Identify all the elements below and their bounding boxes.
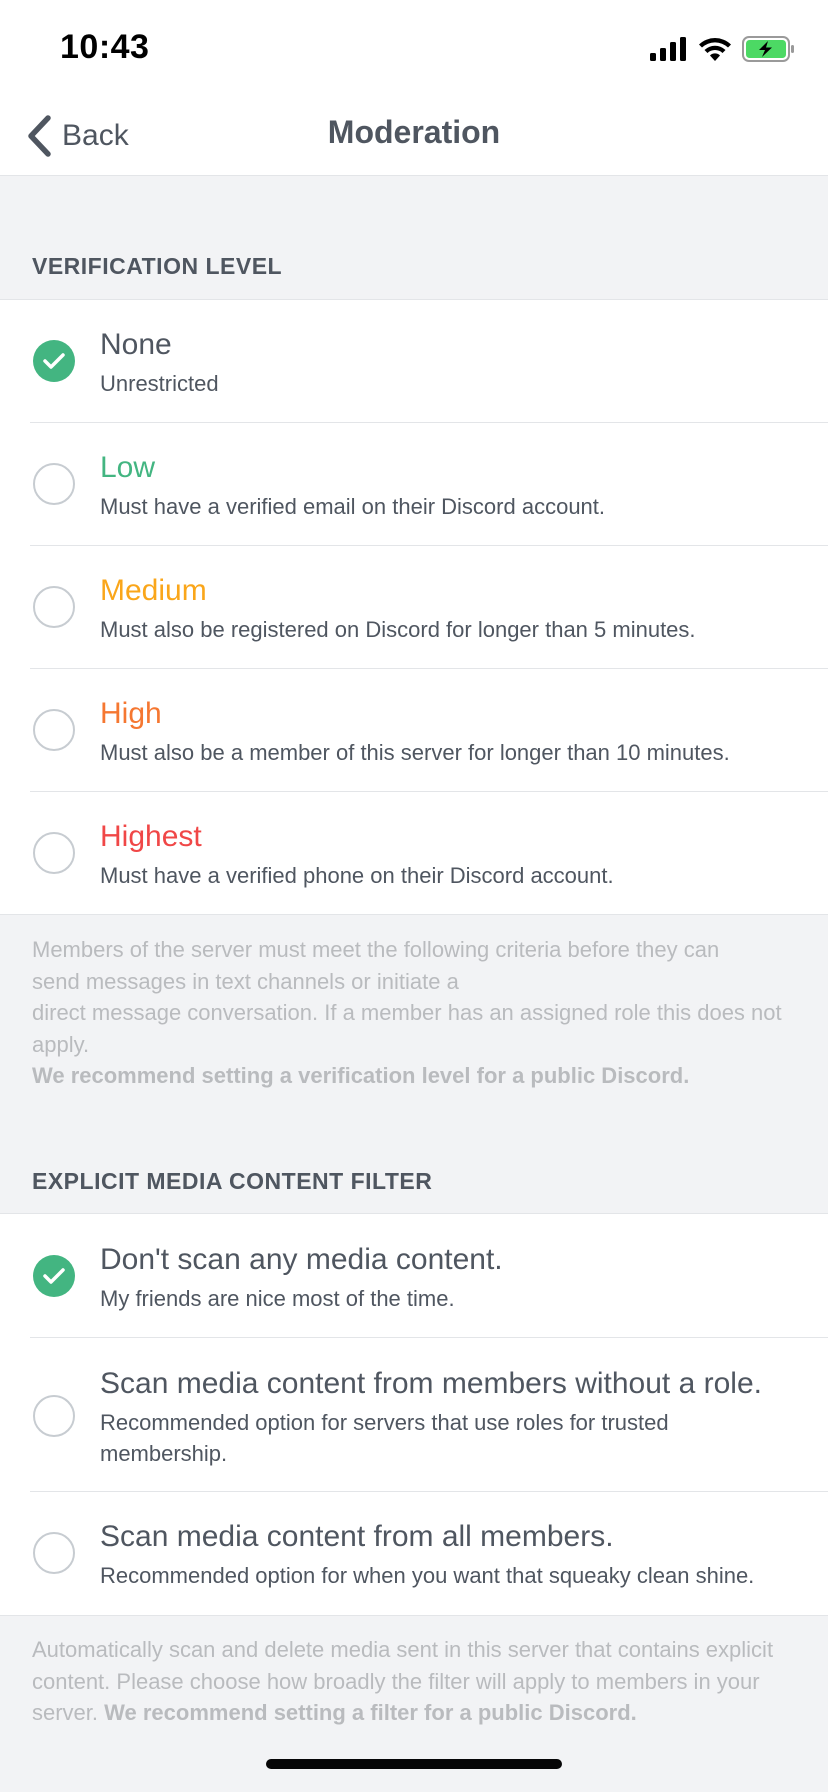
option-description: Must have a verified phone on their Disc… bbox=[100, 863, 614, 888]
checkmark-icon bbox=[43, 353, 65, 369]
filter-option-all-members[interactable]: Scan media content from all members. Rec… bbox=[0, 1492, 828, 1615]
battery-charging-icon bbox=[742, 36, 794, 62]
option-title: Don't scan any media content. bbox=[100, 1243, 503, 1276]
filter-option-no-role[interactable]: Scan media content from members without … bbox=[0, 1338, 828, 1492]
moderation-screen: 10:43 Back Moderation VERIFICATION LEVEL… bbox=[0, 0, 828, 1792]
verification-option-high[interactable]: High Must also be a member of this serve… bbox=[0, 669, 828, 792]
option-description: Must also be registered on Discord for l… bbox=[100, 617, 696, 642]
content-filter-help-text: Automatically scan and delete media sent… bbox=[32, 1634, 798, 1729]
radio-checked-icon bbox=[33, 340, 75, 382]
option-description: Recommended option for servers that use … bbox=[100, 1410, 669, 1466]
status-time: 10:43 bbox=[60, 28, 150, 66]
option-title: Scan media content from members without … bbox=[100, 1367, 762, 1400]
wifi-icon bbox=[699, 38, 731, 61]
status-icons bbox=[650, 34, 796, 64]
option-description: Unrestricted bbox=[100, 371, 219, 396]
verification-option-low[interactable]: Low Must have a verified email on their … bbox=[0, 423, 828, 546]
radio-unchecked-icon bbox=[33, 832, 75, 874]
help-text-recommendation: We recommend setting a verification leve… bbox=[32, 1063, 690, 1088]
nav-bar: Back Moderation bbox=[0, 96, 828, 176]
home-indicator bbox=[266, 1759, 562, 1769]
option-description: Must also be a member of this server for… bbox=[100, 740, 730, 765]
verification-option-none[interactable]: None Unrestricted bbox=[0, 300, 828, 423]
radio-unchecked-icon bbox=[33, 586, 75, 628]
filter-option-dont-scan[interactable]: Don't scan any media content. My friends… bbox=[0, 1214, 828, 1338]
help-text-line: send messages in text channels or initia… bbox=[32, 968, 459, 994]
help-text-recommendation: We recommend setting a filter for a publ… bbox=[104, 1700, 637, 1725]
cellular-signal-icon bbox=[650, 37, 686, 61]
checkmark-icon bbox=[43, 1268, 65, 1284]
page-title: Moderation bbox=[327, 114, 501, 150]
verification-option-medium[interactable]: Medium Must also be registered on Discor… bbox=[0, 546, 828, 669]
option-title: High bbox=[100, 697, 162, 730]
option-description: Must have a verified email on their Disc… bbox=[100, 494, 606, 519]
verification-level-header: VERIFICATION LEVEL bbox=[32, 253, 283, 279]
status-bar: 10:43 bbox=[0, 0, 828, 96]
content-filter-header: EXPLICIT MEDIA CONTENT FILTER bbox=[32, 1168, 433, 1194]
option-title: Scan media content from all members. bbox=[100, 1520, 614, 1553]
option-title: Highest bbox=[100, 820, 202, 853]
radio-checked-icon bbox=[33, 1255, 75, 1297]
option-description: My friends are nice most of the time. bbox=[100, 1286, 455, 1311]
option-title: Low bbox=[100, 451, 156, 484]
verification-option-highest[interactable]: Highest Must have a verified phone on th… bbox=[0, 792, 828, 914]
help-text-line: direct message conversation. If a member… bbox=[32, 1000, 782, 1057]
content-filter-list: Don't scan any media content. My friends… bbox=[0, 1213, 828, 1616]
verification-level-list: None Unrestricted Low Must have a verifi… bbox=[0, 299, 828, 915]
option-description: Recommended option for when you want tha… bbox=[100, 1563, 755, 1588]
help-text-line: Members of the server must meet the foll… bbox=[32, 937, 720, 962]
radio-unchecked-icon bbox=[33, 1395, 75, 1437]
verification-help-text: Members of the server must meet the foll… bbox=[32, 934, 798, 1092]
option-title: None bbox=[100, 328, 172, 361]
radio-unchecked-icon bbox=[33, 1532, 75, 1574]
radio-unchecked-icon bbox=[33, 463, 75, 505]
radio-unchecked-icon bbox=[33, 709, 75, 751]
option-title: Medium bbox=[100, 574, 207, 607]
